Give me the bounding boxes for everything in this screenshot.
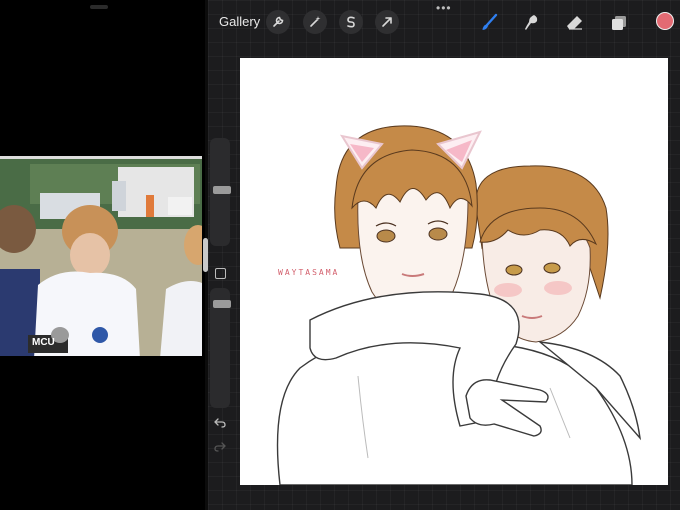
- brush-icon[interactable]: [476, 10, 502, 36]
- video-player[interactable]: MCU: [0, 156, 202, 356]
- redo-icon[interactable]: [212, 440, 228, 454]
- artist-signature: WAYTASAMA: [278, 268, 340, 277]
- smudge-icon[interactable]: [519, 10, 545, 36]
- drawing-canvas[interactable]: WAYTASAMA: [240, 58, 668, 485]
- selection-icon[interactable]: [339, 10, 363, 34]
- video-frame-image: [0, 159, 202, 356]
- left-sidebar: [208, 138, 232, 458]
- procreate-app: ••• Gallery WAYTASAMA: [208, 0, 680, 510]
- gallery-button[interactable]: Gallery: [219, 14, 260, 29]
- brush-size-thumb[interactable]: [213, 186, 231, 194]
- multitask-grabber[interactable]: [90, 5, 108, 9]
- top-toolbar: Gallery: [208, 8, 680, 36]
- modify-button[interactable]: [215, 268, 226, 279]
- color-picker-button[interactable]: [656, 12, 674, 30]
- wrench-icon[interactable]: [266, 10, 290, 34]
- magic-wand-icon[interactable]: [303, 10, 327, 34]
- transform-arrow-icon[interactable]: [375, 10, 399, 34]
- video-badge: MCU: [32, 337, 55, 348]
- left-app-pane: MCU: [0, 0, 207, 510]
- opacity-slider[interactable]: [210, 288, 231, 408]
- opacity-thumb[interactable]: [213, 300, 231, 308]
- undo-icon[interactable]: [212, 416, 228, 430]
- eraser-icon[interactable]: [562, 10, 588, 36]
- brush-size-slider[interactable]: [210, 138, 231, 246]
- layers-icon[interactable]: [606, 10, 632, 36]
